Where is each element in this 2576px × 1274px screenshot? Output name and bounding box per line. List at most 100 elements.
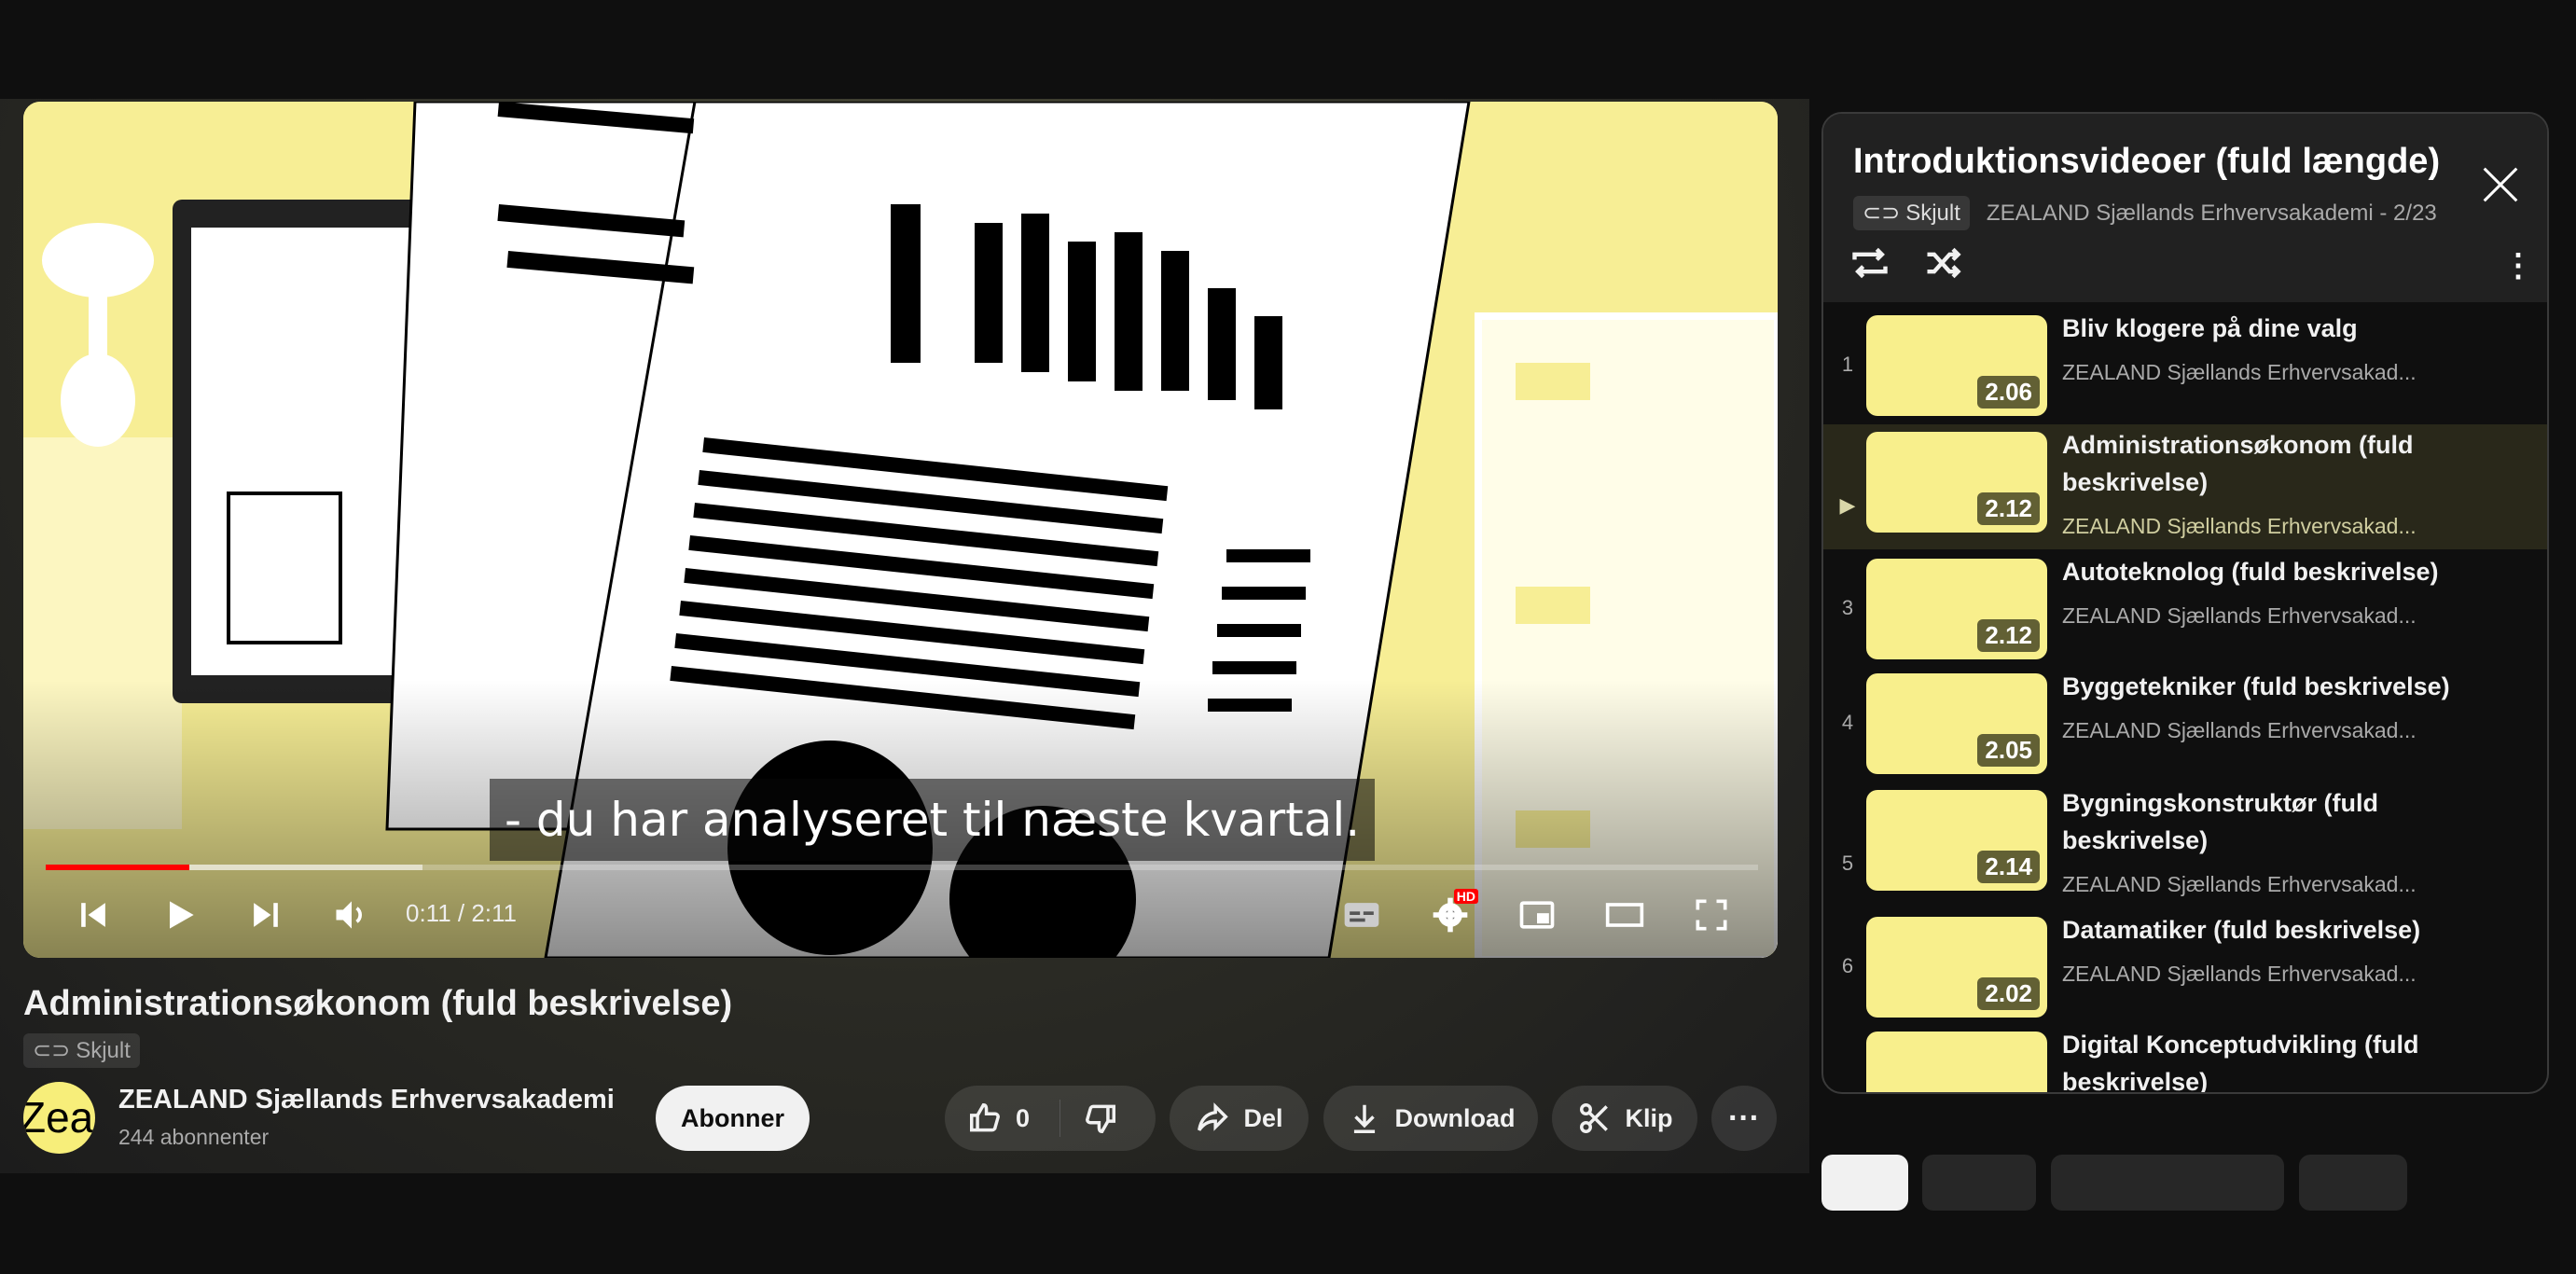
hd-badge: HD — [1453, 889, 1478, 904]
playlist-item[interactable]: ▶ 2.12 Administrationsøkonom (fuld beskr… — [1823, 424, 2547, 549]
share-label: Del — [1243, 1103, 1283, 1132]
item-index: 7 — [1836, 1093, 1859, 1094]
repeat-icon — [1852, 247, 1888, 279]
playlist-visibility-label: Skjult — [1905, 200, 1960, 226]
playlist-item[interactable]: 3 2.12 Autoteknolog (fuld beskrivelse) Z… — [1823, 558, 2547, 676]
volume-icon — [336, 901, 362, 929]
item-channel: ZEALAND Sjællands Erhvervsakad... — [2062, 603, 2417, 628]
item-index: 1 — [1841, 353, 1854, 376]
item-channel: ZEALAND Sjællands Erhvervsakad... — [2062, 718, 2417, 742]
video-player[interactable]: - du har analyseret til næste kvartal. 0… — [23, 102, 1778, 958]
item-index: 3 — [1841, 596, 1854, 619]
item-duration: 2.02 — [1977, 977, 2040, 1010]
item-index: 5 — [1841, 852, 1854, 875]
fullscreen-button[interactable] — [1683, 887, 1739, 943]
loop-button[interactable] — [1849, 242, 1896, 289]
captions-button[interactable] — [1334, 887, 1390, 943]
top-bar — [0, 0, 2576, 99]
item-thumbnail[interactable]: 2.02 — [1866, 917, 2047, 1018]
subscriber-count: 244 abonnenter — [118, 1125, 270, 1149]
played-bar — [46, 865, 190, 870]
item-thumbnail[interactable]: 2.14 — [1866, 790, 2047, 891]
item-title[interactable]: Administrationsøkonom (fuld beskrivelse) — [2062, 426, 2510, 501]
caption-text: - du har analyseret til næste kvartal. — [490, 779, 1376, 861]
divider — [1059, 1100, 1061, 1137]
shuffle-icon — [1927, 247, 1961, 279]
visibility-label: Skjult — [76, 1037, 131, 1063]
item-duration: 2.14 — [1977, 851, 2040, 883]
item-title[interactable]: Autoteknolog (fuld beskrivelse) — [2062, 553, 2510, 590]
playlist-meta: ⊂⊃ Skjult ZEALAND Sjællands Erhvervsakade… — [1853, 196, 2437, 230]
playlist-item[interactable]: 6 2.02 Datamatiker (fuld beskrivelse) ZE… — [1823, 916, 2547, 1034]
playlist-owner-position: ZEALAND Sjællands Erhvervsakademi - 2/23 — [1986, 200, 2437, 226]
playlist-menu-button[interactable]: ⋮ — [2495, 242, 2541, 289]
item-thumbnail[interactable]: 2.12 — [1866, 432, 2047, 533]
playlist-item[interactable]: 5 2.14 Bygningskonstruktør (fuld beskriv… — [1823, 789, 2547, 907]
item-channel: ZEALAND Sjællands Erhvervsakad... — [2062, 872, 2417, 896]
item-thumbnail[interactable]: 2.12 — [1866, 559, 2047, 659]
download-button[interactable]: Download — [1323, 1086, 1538, 1151]
filter-chip[interactable] — [2299, 1155, 2407, 1211]
item-title[interactable]: Digital Konceptudvikling (fuld beskrivel… — [2062, 1026, 2510, 1092]
play-button[interactable] — [152, 887, 208, 943]
volume-button[interactable] — [324, 887, 380, 943]
item-index: 6 — [1841, 954, 1854, 977]
theater-mode-button[interactable] — [1597, 887, 1653, 943]
item-duration: 2.12 — [1977, 619, 2040, 652]
like-count: 0 — [1016, 1103, 1031, 1132]
item-title[interactable]: Byggetekniker (fuld beskrivelse) — [2062, 668, 2510, 705]
item-thumbnail[interactable] — [1866, 1032, 2047, 1092]
filter-chip[interactable] — [2051, 1155, 2284, 1211]
item-channel: ZEALAND Sjællands Erhvervsakad... — [2062, 962, 2417, 986]
play-icon — [170, 901, 194, 929]
item-duration: 2.12 — [1977, 492, 2040, 525]
progress-bar[interactable] — [46, 865, 1758, 870]
playlist-item[interactable]: 7 Digital Konceptudvikling (fuld beskriv… — [1823, 1031, 2547, 1094]
item-channel: ZEALAND Sjællands Erhvervsakad... — [2062, 514, 2417, 538]
item-duration: 2.05 — [1977, 734, 2040, 767]
previous-icon — [81, 903, 105, 927]
item-thumbnail[interactable]: 2.06 — [1866, 315, 2047, 416]
thumbs-down-icon — [1086, 1104, 1116, 1133]
channel-name[interactable]: ZEALAND Sjællands Erhvervsakademi — [118, 1085, 615, 1115]
playlist-item[interactable]: 4 2.05 Byggetekniker (fuld beskrivelse) … — [1823, 672, 2547, 791]
scissors-icon — [1579, 1103, 1608, 1133]
playlist-title[interactable]: Introduktionsvideoer (fuld længde) — [1853, 142, 2440, 182]
miniplayer-button[interactable] — [1509, 887, 1565, 943]
like-button[interactable]: 0 — [967, 1101, 1030, 1136]
item-title[interactable]: Datamatiker (fuld beskrivelse) — [2062, 911, 2510, 949]
playlist-item[interactable]: 1 2.06 Bliv klogere på dine valg ZEALAND… — [1823, 314, 2547, 433]
theater-icon — [1605, 903, 1644, 927]
link-icon: ⊂⊃ — [1863, 201, 1901, 226]
like-dislike-group: 0 — [945, 1086, 1156, 1151]
shuffle-button[interactable] — [1922, 242, 1969, 289]
miniplayer-icon — [1519, 901, 1555, 929]
playlist-header: Introduktionsvideoer (fuld længde) ⊂⊃ Skj… — [1823, 114, 2547, 302]
fullscreen-icon — [1696, 899, 1727, 931]
playlist-visibility-badge: ⊂⊃ Skjult — [1853, 196, 1970, 230]
thumbs-up-icon — [970, 1103, 1000, 1132]
item-thumbnail[interactable]: 2.05 — [1866, 673, 2047, 774]
share-button[interactable]: Del — [1170, 1086, 1309, 1151]
next-button[interactable] — [238, 887, 294, 943]
dislike-button[interactable] — [1083, 1101, 1118, 1136]
channel-avatar[interactable]: Zea — [23, 1082, 95, 1154]
playlist-panel: Introduktionsvideoer (fuld længde) ⊂⊃ Skj… — [1821, 112, 2549, 1094]
clip-button[interactable]: Klip — [1552, 1086, 1697, 1151]
subscribe-button[interactable]: Abonner — [656, 1086, 810, 1151]
more-vertical-icon: ⋮ — [2502, 248, 2534, 284]
filter-chip[interactable] — [1922, 1155, 2036, 1211]
more-actions-button[interactable]: ··· — [1711, 1086, 1777, 1151]
item-index: 4 — [1841, 711, 1854, 734]
captions-icon — [1344, 903, 1379, 927]
visibility-badge: ⊂⊃ Skjult — [23, 1033, 140, 1068]
item-title[interactable]: Bygningskonstruktør (fuld beskrivelse) — [2062, 784, 2510, 859]
settings-button[interactable]: HD — [1422, 887, 1478, 943]
download-icon — [1353, 1104, 1375, 1133]
more-horizontal-icon: ··· — [1728, 1100, 1760, 1136]
filter-chip[interactable] — [1821, 1155, 1908, 1211]
previous-button[interactable] — [65, 887, 121, 943]
close-playlist-button[interactable] — [2476, 160, 2525, 209]
item-title[interactable]: Bliv klogere på dine valg — [2062, 310, 2510, 347]
next-icon — [254, 903, 278, 927]
